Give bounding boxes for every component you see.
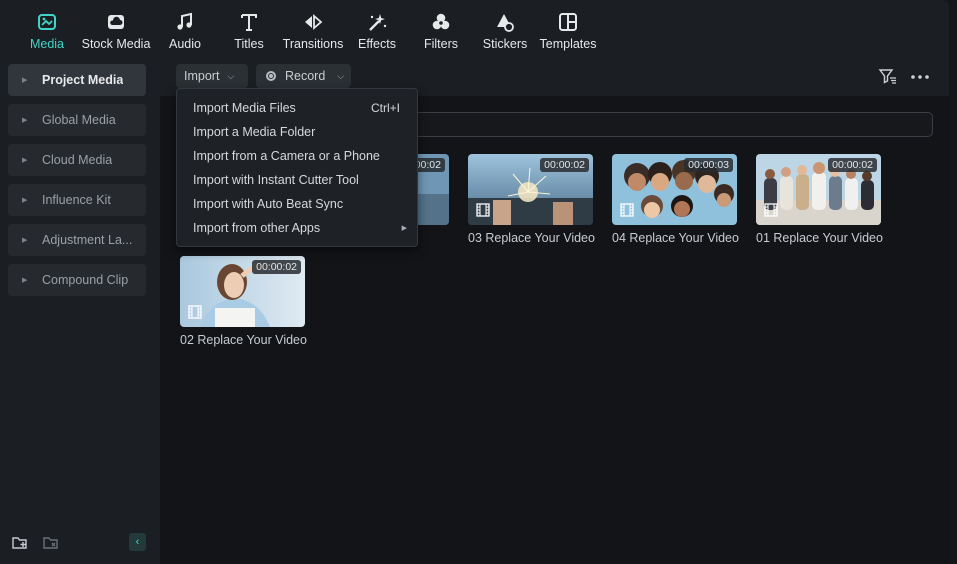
menu-item-import-media-files[interactable]: Import Media Files Ctrl+I — [177, 96, 417, 120]
filter-icon[interactable] — [878, 67, 898, 85]
duration-badge: 00:00:02 — [828, 158, 877, 172]
caret-right-icon: ▶ — [22, 117, 28, 124]
media-caption: 01 Replace Your Video — [756, 231, 883, 245]
menu-item-label: Import with Instant Cutter Tool — [193, 173, 359, 187]
sticker-icon — [493, 10, 517, 34]
duration-badge: 00:00:02 — [540, 158, 589, 172]
sparkle-wand-icon — [365, 10, 389, 34]
menu-item-import-other-apps[interactable]: Import from other Apps ▶ — [177, 216, 417, 240]
tab-label: Stickers — [482, 37, 528, 51]
more-dots-icon[interactable] — [910, 67, 930, 85]
tab-label: Media — [29, 37, 65, 51]
tab-titles[interactable]: Titles — [232, 0, 266, 56]
media-caption: 03 Replace Your Video — [468, 231, 595, 245]
collapse-left-icon[interactable]: ‹ — [129, 533, 146, 551]
tab-filters[interactable]: Filters — [422, 0, 460, 56]
media-icon — [35, 10, 59, 34]
sidebar: ▶ Project Media ▶ Global Media ▶ Cloud M… — [0, 56, 160, 564]
tab-stock-media[interactable]: Stock Media — [82, 0, 150, 56]
media-item[interactable]: 00:00:03 04 Replace Your Video — [612, 154, 739, 245]
tab-transitions[interactable]: Transitions — [283, 0, 343, 56]
import-dropdown-button[interactable]: Import ⌵ — [176, 64, 248, 88]
record-dropdown-button[interactable]: Record ⌵ — [256, 64, 351, 88]
sidebar-footer: ‹ — [0, 532, 160, 554]
sidebar-item-project-media[interactable]: ▶ Project Media — [8, 64, 146, 96]
menu-item-label: Import from a Camera or a Phone — [193, 149, 380, 163]
menu-item-label: Import Media Files — [193, 101, 296, 115]
media-thumbnail: 00:00:02 — [180, 256, 305, 327]
menu-item-import-auto-beat-sync[interactable]: Import with Auto Beat Sync — [177, 192, 417, 216]
media-thumbnail: 00:00:02 — [468, 154, 593, 225]
text-t-icon — [237, 10, 261, 34]
video-clip-icon — [188, 305, 202, 319]
tab-label: Audio — [169, 37, 201, 51]
tab-templates[interactable]: Templates — [539, 0, 597, 56]
sidebar-item-cloud-media[interactable]: ▶ Cloud Media — [8, 144, 146, 176]
duration-badge: 00:00:02 — [252, 260, 301, 274]
video-clip-icon — [764, 203, 778, 217]
tab-label: Stock Media — [81, 37, 151, 51]
template-grid-icon — [556, 10, 580, 34]
menu-item-label: Import a Media Folder — [193, 125, 316, 139]
import-label: Import — [184, 69, 220, 83]
import-menu: Import Media Files Ctrl+I Import a Media… — [176, 88, 418, 247]
caret-right-icon: ▶ — [22, 237, 28, 244]
tab-label: Templates — [539, 37, 597, 51]
menu-item-import-media-folder[interactable]: Import a Media Folder — [177, 120, 417, 144]
transition-arrows-icon — [301, 10, 325, 34]
tab-media[interactable]: Media — [27, 0, 67, 56]
menu-item-label: Import from other Apps — [193, 221, 321, 235]
delete-folder-icon[interactable] — [42, 534, 60, 552]
tab-stickers[interactable]: Stickers — [482, 0, 528, 56]
new-folder-icon[interactable] — [11, 534, 29, 552]
caret-right-icon: ▶ — [22, 197, 28, 204]
sidebar-item-label: Global Media — [42, 113, 116, 127]
tab-label: Effects — [358, 37, 396, 51]
sidebar-item-adjustment-layer[interactable]: ▶ Adjustment La... — [8, 224, 146, 256]
music-note-icon — [173, 10, 197, 34]
filter-circles-icon — [429, 10, 453, 34]
submenu-arrow-icon: ▶ — [401, 225, 407, 232]
media-item[interactable]: 00:00:02 01 Replace Your Video — [756, 154, 883, 245]
media-thumbnail: 00:00:02 — [756, 154, 881, 225]
chevron-down-icon: ⌵ — [227, 70, 235, 81]
record-icon — [266, 71, 276, 81]
tab-label: Filters — [423, 37, 459, 51]
chevron-down-icon: ⌵ — [337, 70, 345, 81]
sidebar-item-label: Cloud Media — [42, 153, 113, 167]
sidebar-item-compound-clip[interactable]: ▶ Compound Clip — [8, 264, 146, 296]
tab-label: Transitions — [282, 37, 344, 51]
menu-item-label: Import with Auto Beat Sync — [193, 197, 344, 211]
media-item[interactable]: 00:00:02 02 Replace Your Video — [180, 256, 307, 347]
cloud-box-icon — [104, 10, 128, 34]
menu-item-import-instant-cutter[interactable]: Import with Instant Cutter Tool — [177, 168, 417, 192]
shortcut-label: Ctrl+I — [370, 101, 400, 115]
duration-badge: 00:00:03 — [684, 158, 733, 172]
caret-right-icon: ▶ — [22, 77, 28, 84]
sidebar-item-label: Compound Clip — [42, 273, 129, 287]
media-caption: 02 Replace Your Video — [180, 333, 307, 347]
video-clip-icon — [620, 203, 634, 217]
media-item[interactable]: 00:00:02 03 Replace Your Video — [468, 154, 595, 245]
media-thumbnail: 00:00:03 — [612, 154, 737, 225]
sidebar-item-label: Project Media — [42, 73, 124, 87]
top-toolbar: Media Stock Media Audio Titles Transitio… — [0, 0, 949, 56]
caret-right-icon: ▶ — [22, 277, 28, 284]
sidebar-item-influence-kit[interactable]: ▶ Influence Kit — [8, 184, 146, 216]
menu-item-import-camera-phone[interactable]: Import from a Camera or a Phone — [177, 144, 417, 168]
caret-right-icon: ▶ — [22, 157, 28, 164]
tab-label: Titles — [234, 37, 264, 51]
tab-audio[interactable]: Audio — [166, 0, 204, 56]
tab-effects[interactable]: Effects — [357, 0, 397, 56]
sidebar-item-label: Influence Kit — [42, 193, 111, 207]
record-label: Record — [285, 69, 326, 83]
sidebar-item-global-media[interactable]: ▶ Global Media — [8, 104, 146, 136]
video-clip-icon — [476, 203, 490, 217]
sidebar-item-label: Adjustment La... — [42, 233, 133, 247]
media-caption: 04 Replace Your Video — [612, 231, 739, 245]
search-input[interactable] — [400, 112, 933, 137]
